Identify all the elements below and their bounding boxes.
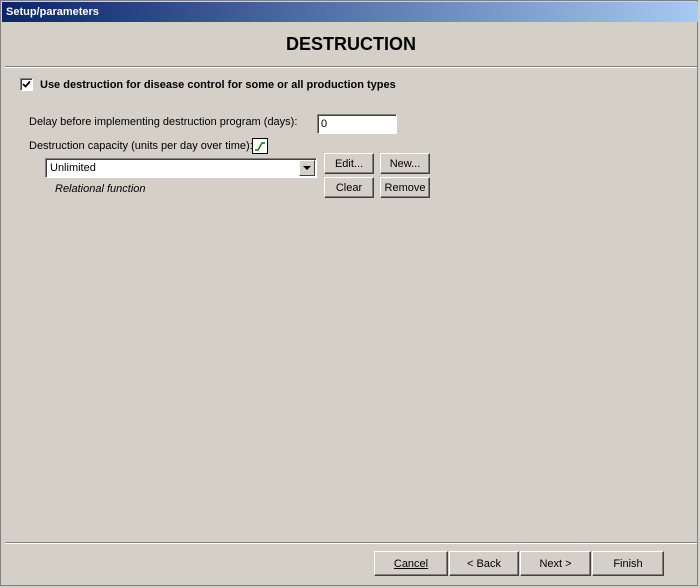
- checkmark-icon: [22, 80, 31, 88]
- relational-function-graph-icon: [255, 142, 265, 151]
- capacity-label: Destruction capacity (units per day over…: [29, 140, 253, 152]
- back-button-label: < Back: [467, 557, 501, 570]
- finish-button-label: Finish: [613, 557, 643, 570]
- setup-parameters-window: Setup/parameters DESTRUCTION Use destruc…: [0, 0, 698, 586]
- footer-divider: [5, 542, 697, 544]
- capacity-function-select[interactable]: Unlimited: [45, 158, 317, 178]
- new-function-button[interactable]: New...: [380, 153, 430, 174]
- use-destruction-row[interactable]: Use destruction for disease control for …: [20, 78, 396, 91]
- cancel-button[interactable]: Cancel: [374, 551, 448, 576]
- use-destruction-label[interactable]: Use destruction for disease control for …: [40, 79, 396, 91]
- dropdown-arrow-button[interactable]: [299, 160, 315, 176]
- cancel-button-label: Cancel: [393, 557, 429, 570]
- chevron-down-icon: [303, 166, 311, 170]
- edit-function-button[interactable]: Edit...: [324, 153, 374, 174]
- finish-button[interactable]: Finish: [592, 551, 664, 576]
- next-button-label: Next >: [539, 557, 572, 570]
- page-title: DESTRUCTION: [286, 34, 416, 54]
- window-title: Setup/parameters: [2, 2, 698, 22]
- next-button[interactable]: Next >: [520, 551, 591, 576]
- clear-function-button[interactable]: Clear: [324, 177, 374, 198]
- delay-input[interactable]: [317, 114, 397, 134]
- graph-icon[interactable]: [252, 138, 268, 154]
- back-button[interactable]: < Back: [449, 551, 519, 576]
- capacity-function-value: Unlimited: [50, 162, 96, 174]
- delay-label: Delay before implementing destruction pr…: [29, 116, 298, 128]
- relational-function-label: Relational function: [55, 183, 146, 195]
- remove-function-button[interactable]: Remove: [380, 177, 430, 198]
- use-destruction-checkbox[interactable]: [20, 78, 33, 91]
- page-header: DESTRUCTION: [5, 24, 697, 67]
